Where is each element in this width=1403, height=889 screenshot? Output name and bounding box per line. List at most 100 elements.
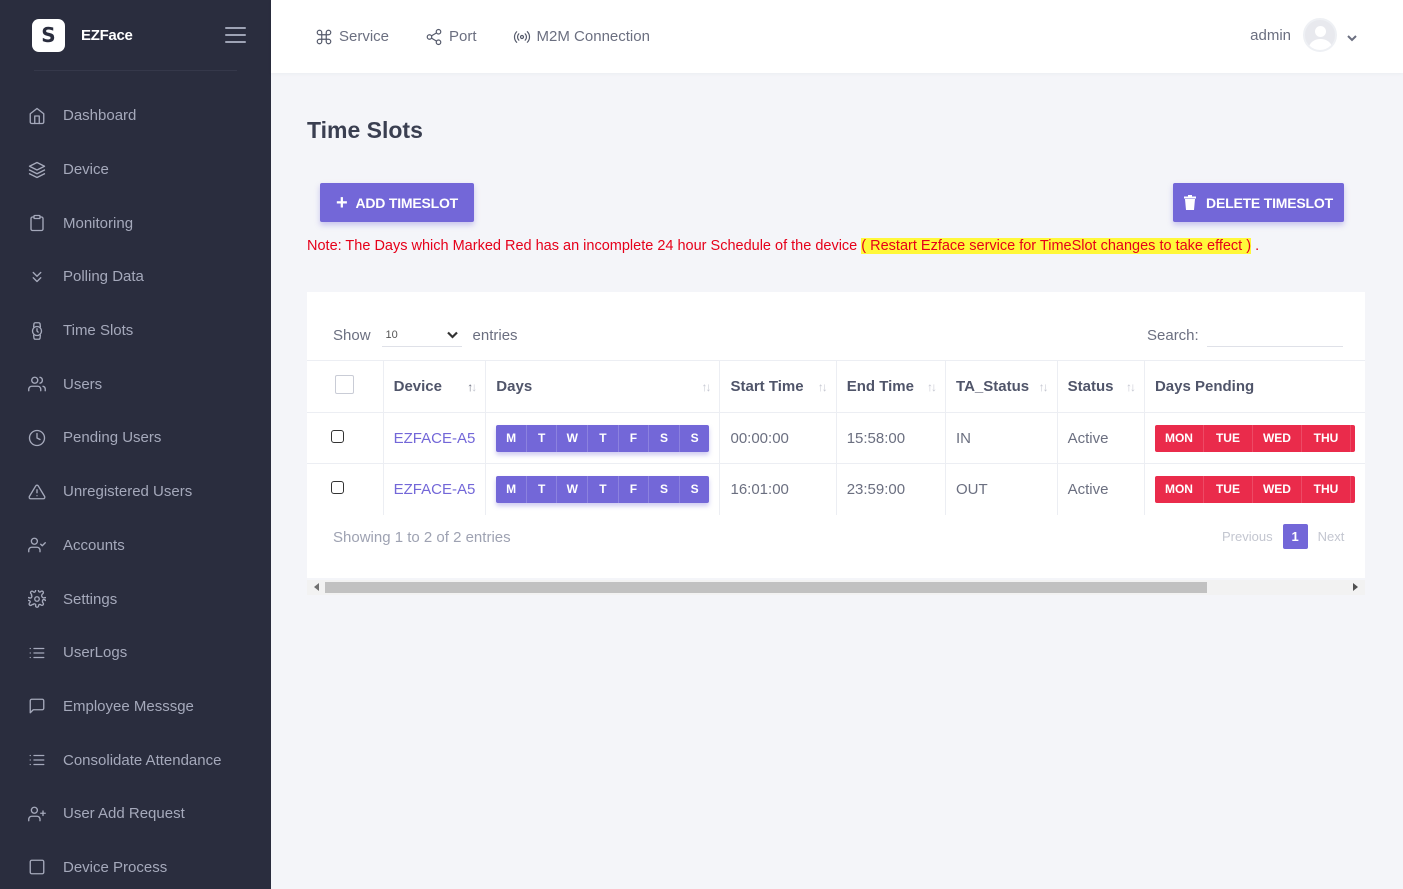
- day-badge[interactable]: S: [680, 476, 710, 503]
- day-badge[interactable]: F: [619, 475, 650, 503]
- day-badge[interactable]: S: [649, 424, 680, 452]
- main-content: Service Port M2M Connection admin Time S…: [271, 0, 1403, 889]
- row-checkbox[interactable]: [331, 429, 345, 443]
- sidebar-item-label: Monitoring: [63, 214, 134, 232]
- page-length-value: 10: [385, 328, 398, 341]
- user-plus-icon: [27, 804, 47, 824]
- sidebar-item-label: Polling Data: [63, 268, 144, 286]
- sidebar-item-userlogs[interactable]: UserLogs: [0, 626, 271, 680]
- day-badge[interactable]: W: [557, 475, 589, 503]
- column-status[interactable]: Status ↑↓: [1057, 360, 1145, 413]
- sidebar-item-consolidate-attendance[interactable]: Consolidate Attendance: [0, 733, 271, 787]
- column-start-time[interactable]: Start Time ↑↓: [719, 360, 837, 413]
- command-icon: [316, 29, 332, 44]
- day-badge[interactable]: S: [649, 475, 680, 503]
- sidebar-menu: Dashboard Device Monitoring Polling Data…: [0, 89, 271, 889]
- trash-icon: [1184, 195, 1197, 210]
- day-badge[interactable]: F: [619, 424, 650, 452]
- previous-page-button[interactable]: Previous: [1222, 529, 1273, 544]
- show-label: Show: [333, 326, 371, 344]
- sidebar-item-time-slots[interactable]: Time Slots: [0, 304, 271, 358]
- sidebar-item-employee-message[interactable]: Employee Messsge: [0, 680, 271, 734]
- sort-icon: ↑↓: [817, 380, 828, 394]
- sidebar-item-user-add-request[interactable]: User Add Request: [0, 787, 271, 841]
- brand-logo: S: [32, 18, 65, 52]
- square-icon: [27, 857, 47, 877]
- start-time-cell: 00:00:00: [719, 412, 837, 464]
- device-cell: EZFACE-A5: [383, 463, 487, 515]
- layers-icon: [27, 160, 47, 180]
- device-link[interactable]: EZFACE-A5: [394, 430, 476, 447]
- column-days[interactable]: Days ↑↓: [485, 360, 721, 413]
- scroll-left-icon[interactable]: [314, 583, 319, 591]
- clipboard-icon: [27, 213, 47, 233]
- sidebar-item-device-process[interactable]: Device Process: [0, 841, 271, 889]
- timeslot-table-card: Show 10 entries Search: Device ↑↓ Days ↑↓: [307, 292, 1365, 578]
- sidebar-item-polling-data[interactable]: Polling Data: [0, 250, 271, 304]
- day-badge[interactable]: S: [680, 425, 710, 452]
- day-badge[interactable]: T: [527, 424, 558, 452]
- column-device[interactable]: Device ↑↓: [383, 360, 487, 413]
- share-icon: [426, 28, 442, 45]
- days-cell: M T W T F S S: [485, 412, 721, 464]
- column-end-time[interactable]: End Time ↑↓: [836, 360, 947, 413]
- search-input[interactable]: [1206, 323, 1343, 347]
- row-select-cell: [307, 412, 384, 464]
- topbar-link-m2m-connection[interactable]: M2M Connection: [513, 28, 650, 46]
- scrollbar-thumb[interactable]: [325, 582, 1207, 593]
- sort-icon: ↑↓: [467, 380, 477, 394]
- day-badge[interactable]: T: [527, 475, 558, 503]
- divider: [34, 70, 237, 71]
- pending-day-badge: WED: [1253, 424, 1302, 452]
- select-all-checkbox[interactable]: [335, 375, 355, 394]
- status-cell: Active: [1057, 412, 1145, 464]
- sidebar-item-label: Time Slots: [63, 322, 134, 340]
- chevron-down-icon: [446, 331, 458, 339]
- sidebar-item-label: Device Process: [63, 858, 168, 876]
- day-badge[interactable]: T: [588, 424, 619, 452]
- note-highlight: ( Restart Ezface service for TimeSlot ch…: [861, 238, 1252, 254]
- day-badge[interactable]: W: [557, 424, 589, 452]
- row-select-cell: [307, 463, 384, 515]
- day-badge[interactable]: M: [496, 424, 527, 452]
- column-days-pending[interactable]: Days Pending: [1144, 360, 1365, 413]
- sidebar-item-accounts[interactable]: Accounts: [0, 519, 271, 573]
- table-header-row: Device ↑↓ Days ↑↓ Start Time ↑↓ End Time ↑↓ …: [307, 360, 1365, 413]
- select-all-header: [307, 360, 384, 413]
- scroll-right-icon[interactable]: [1353, 583, 1358, 591]
- page-button-current[interactable]: 1: [1282, 524, 1308, 549]
- pending-day-badge: MON: [1155, 424, 1204, 452]
- next-page-button[interactable]: Next: [1318, 529, 1345, 544]
- sidebar-item-settings[interactable]: Settings: [0, 572, 271, 626]
- menu-toggle-icon[interactable]: [225, 27, 246, 43]
- day-badge[interactable]: T: [588, 475, 619, 503]
- status-cell: Active: [1057, 463, 1145, 515]
- user-menu[interactable]: admin: [1250, 18, 1357, 52]
- add-timeslot-label: ADD TIMESLOT: [355, 194, 459, 211]
- sidebar-item-dashboard[interactable]: Dashboard: [0, 89, 271, 143]
- sidebar-item-label: UserLogs: [63, 644, 128, 662]
- sidebar-item-monitoring[interactable]: Monitoring: [0, 196, 271, 250]
- pending-days-group: MON TUE WED THU: [1154, 475, 1355, 503]
- start-time-cell: 16:01:00: [719, 463, 837, 515]
- sidebar-item-pending-users[interactable]: Pending Users: [0, 411, 271, 465]
- sidebar-item-unregistered-users[interactable]: Unregistered Users: [0, 465, 271, 519]
- topbar-link-service[interactable]: Service: [315, 28, 389, 46]
- pending-day-badge: THU: [1302, 475, 1351, 503]
- add-timeslot-button[interactable]: + ADD TIMESLOT: [320, 183, 474, 222]
- pending-day-badge: WED: [1253, 475, 1302, 503]
- delete-timeslot-button[interactable]: DELETE TIMESLOT: [1173, 183, 1344, 222]
- row-checkbox[interactable]: [331, 480, 345, 494]
- column-ta-status[interactable]: TA_Status ↑↓: [945, 360, 1058, 413]
- user-name: admin: [1250, 26, 1291, 44]
- device-link[interactable]: EZFACE-A5: [394, 481, 476, 498]
- sidebar-item-device[interactable]: Device: [0, 143, 271, 197]
- topbar-link-port[interactable]: Port: [425, 28, 477, 46]
- sidebar-item-users[interactable]: Users: [0, 357, 271, 411]
- brand-name: EZFace: [81, 26, 133, 44]
- table-info: Showing 1 to 2 of 2 entries: [333, 529, 511, 546]
- horizontal-scrollbar[interactable]: [307, 580, 1365, 595]
- day-badge[interactable]: M: [496, 475, 527, 503]
- sort-icon: ↑↓: [1038, 380, 1049, 394]
- page-length-select[interactable]: 10: [381, 323, 462, 347]
